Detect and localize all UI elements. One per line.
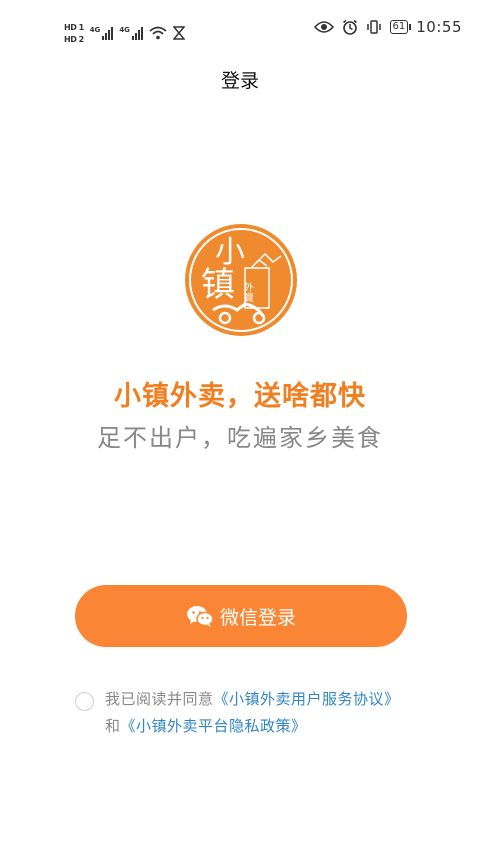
battery-icon: 61 <box>389 20 411 34</box>
signal-1-icon: 4G <box>90 26 114 40</box>
alarm-icon <box>342 19 357 35</box>
service-agreement-link[interactable]: 《小镇外卖用户服务协议》 <box>214 690 400 708</box>
app-logo: 小 镇 外賣 <box>185 224 297 336</box>
hd2-label: HD 2 <box>64 35 84 44</box>
agreement-text: 我已阅读并同意《小镇外卖用户服务协议》和《小镇外卖平台隐私政策》 <box>75 686 415 740</box>
agreement: 我已阅读并同意《小镇外卖用户服务协议》和《小镇外卖平台隐私政策》 <box>75 686 415 740</box>
status-right: 61 10:55 <box>313 18 462 36</box>
signal-2-icon: 4G <box>119 26 143 40</box>
hourglass-icon <box>172 26 185 40</box>
slogan-main: 小镇外卖，送啥都快 <box>114 381 366 412</box>
vibrate-icon <box>366 20 381 34</box>
clock: 10:55 <box>416 18 462 36</box>
net2-label: 4G <box>119 26 130 34</box>
wechat-icon <box>186 606 214 627</box>
wifi-icon <box>149 26 167 40</box>
net1-label: 4G <box>89 26 101 34</box>
agreement-and: 和 <box>105 717 121 735</box>
privacy-policy-link[interactable]: 《小镇外卖平台隐私政策》 <box>121 717 307 735</box>
eye-icon <box>313 21 334 33</box>
hd1-label: HD 1 <box>64 23 84 32</box>
status-left: HD 1 HD 2 4G 4G <box>64 14 185 44</box>
page-title: 登录 <box>220 70 259 92</box>
hd-indicators: HD 1 HD 2 <box>64 23 84 44</box>
agree-radio[interactable] <box>75 692 94 711</box>
status-bar: HD 1 HD 2 4G 4G 61 10:55 <box>0 0 480 60</box>
logo-waimai-text: 外賣 <box>242 282 254 303</box>
slogan-sub: 足不出户，吃遍家乡美食 <box>97 424 383 452</box>
logo-char-town: 镇 <box>201 265 235 305</box>
wechat-login-label: 微信登录 <box>219 606 296 629</box>
wechat-login-button[interactable]: 微信登录 <box>75 585 407 647</box>
agreement-prefix: 我已阅读并同意 <box>105 690 214 708</box>
